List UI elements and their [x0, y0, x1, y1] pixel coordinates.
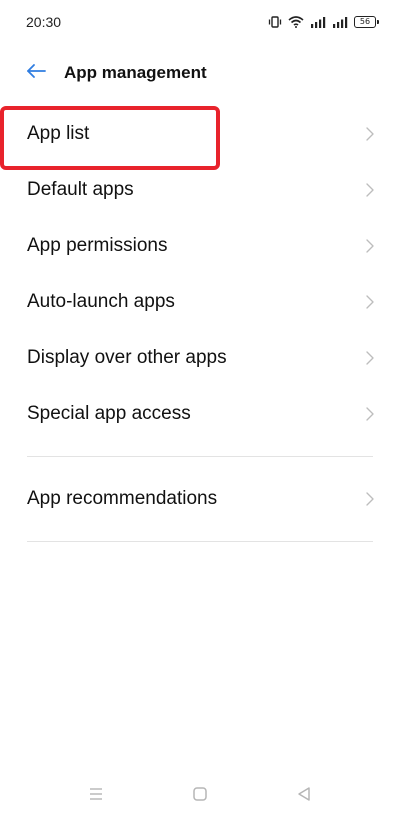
- navigation-bar: [0, 778, 400, 814]
- status-bar: 20:30 56: [0, 0, 400, 44]
- chevron-right-icon: [366, 239, 374, 253]
- back-button[interactable]: [18, 55, 54, 91]
- triangle-back-icon: [296, 786, 312, 807]
- battery-icon: 56: [354, 16, 379, 28]
- divider: [27, 456, 373, 457]
- chevron-right-icon: [366, 127, 374, 141]
- menu-item-label: App permissions: [27, 235, 168, 256]
- recent-apps-button[interactable]: [79, 779, 113, 813]
- nav-back-button[interactable]: [287, 779, 321, 813]
- settings-menu: App list Default apps App permissions Au…: [0, 106, 400, 556]
- menu-item-app-recommendations[interactable]: App recommendations: [0, 471, 400, 527]
- menu-item-default-apps[interactable]: Default apps: [0, 162, 400, 218]
- status-icons: 56: [268, 16, 379, 28]
- square-icon: [192, 786, 208, 807]
- chevron-right-icon: [366, 351, 374, 365]
- chevron-right-icon: [366, 407, 374, 421]
- divider: [27, 541, 373, 542]
- menu-item-label: Special app access: [27, 403, 191, 424]
- signal-icon: [310, 16, 326, 28]
- menu-item-label: App recommendations: [27, 488, 218, 509]
- menu-item-label: App list: [27, 123, 90, 144]
- page-title: App management: [64, 63, 207, 82]
- chevron-right-icon: [366, 295, 374, 309]
- menu-item-app-permissions[interactable]: App permissions: [0, 218, 400, 274]
- menu-item-special-app-access[interactable]: Special app access: [0, 386, 400, 442]
- signal-icon: [332, 16, 348, 28]
- vibrate-icon: [268, 16, 282, 28]
- menu-item-label: Auto-launch apps: [27, 291, 175, 312]
- menu-item-label: Display over other apps: [27, 347, 227, 368]
- home-button[interactable]: [183, 779, 217, 813]
- menu-item-auto-launch-apps[interactable]: Auto-launch apps: [0, 274, 400, 330]
- menu-item-label: Default apps: [27, 179, 134, 200]
- wifi-icon: [288, 16, 304, 28]
- chevron-right-icon: [366, 183, 374, 197]
- chevron-right-icon: [366, 492, 374, 506]
- header: App management: [0, 50, 400, 96]
- arrow-left-icon: [26, 63, 46, 84]
- menu-icon: [88, 787, 104, 806]
- menu-item-display-over-other-apps[interactable]: Display over other apps: [0, 330, 400, 386]
- app-management-screen: 20:30 56 App management App list Default…: [0, 0, 400, 820]
- status-time: 20:30: [26, 14, 62, 30]
- menu-item-app-list[interactable]: App list: [0, 106, 400, 170]
